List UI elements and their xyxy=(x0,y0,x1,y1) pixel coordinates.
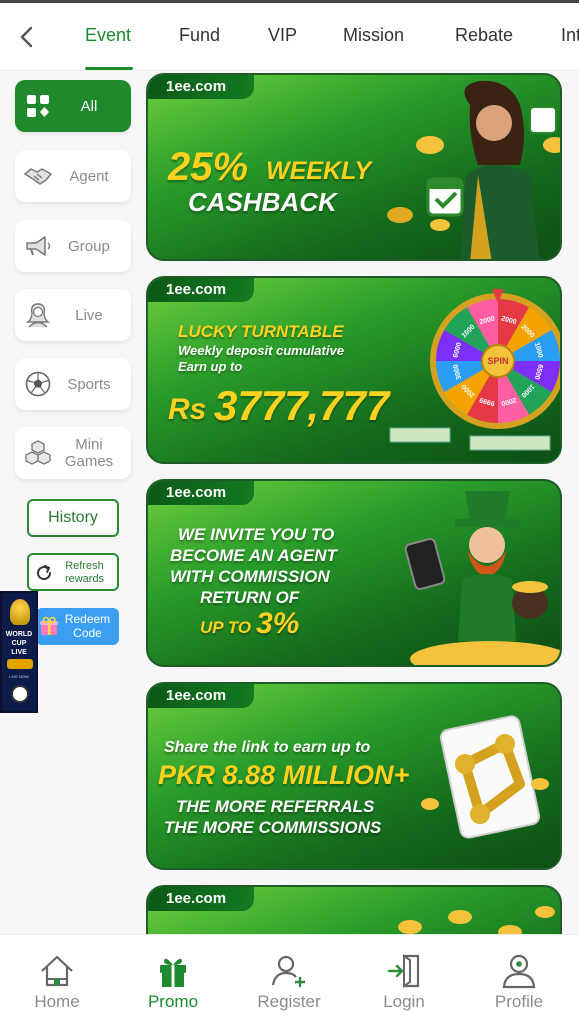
banner-headline: WEEKLY xyxy=(266,157,372,185)
category-agent[interactable]: Agent xyxy=(15,150,131,202)
megaphone-icon xyxy=(24,232,52,260)
live-badge xyxy=(7,659,33,669)
tab-vip[interactable]: VIP xyxy=(268,25,297,46)
category-label: All xyxy=(80,97,98,115)
woman-with-calendar-illustration xyxy=(387,80,560,259)
nav-label: Promo xyxy=(147,992,199,1011)
cubes-icon xyxy=(24,439,52,467)
wheel-spin-label: SPIN xyxy=(487,356,508,366)
banner-headline: WE INVITE YOU TO xyxy=(178,525,335,544)
worldcup-sub: LIVE NOW xyxy=(9,674,29,679)
category-label: Mini Games xyxy=(64,436,114,470)
worldcup-line1: WORLD xyxy=(5,631,33,638)
banner-brand: 1ee.com xyxy=(148,887,254,911)
tab-fund[interactable]: Fund xyxy=(179,25,220,46)
share-gift-illustration xyxy=(421,715,549,839)
top-tab-bar: Event Fund VIP Mission Rebate Int xyxy=(0,3,579,71)
user-icon xyxy=(502,954,536,989)
refresh-rewards-button[interactable]: Refresh rewards xyxy=(27,553,119,591)
bottom-navigation: Home Promo Register Login Profile xyxy=(0,934,579,1024)
tab-event[interactable]: Event xyxy=(85,25,131,46)
banner-upto: UP TO xyxy=(200,618,252,637)
soccer-ball-icon xyxy=(11,685,29,703)
banner-subline: Share the link to earn up to xyxy=(164,739,371,756)
category-sports[interactable]: Sports xyxy=(15,358,131,410)
banner-currency: Rs xyxy=(168,393,207,426)
category-live[interactable]: Live xyxy=(15,289,131,341)
tab-int[interactable]: Int xyxy=(561,25,579,46)
trophy-icon xyxy=(10,599,30,625)
nav-home[interactable]: Home xyxy=(12,935,102,1024)
add-user-icon xyxy=(271,955,305,987)
category-group[interactable]: Group xyxy=(15,220,131,272)
banner-brand: 1ee.com xyxy=(148,481,254,505)
nav-label: Home xyxy=(34,992,80,1011)
category-all[interactable]: All xyxy=(15,80,131,132)
banner-subline: Earn up to xyxy=(178,359,243,374)
gift-icon xyxy=(40,616,58,635)
category-mini-games[interactable]: Mini Games xyxy=(15,427,131,479)
chevron-left-icon xyxy=(20,26,33,48)
promo-screen: Event Fund VIP Mission Rebate Int All Ag… xyxy=(0,0,579,1024)
world-cup-live-widget[interactable]: WORLD CUP LIVE LIVE NOW xyxy=(0,591,38,713)
banner-amount: 3777,777 xyxy=(214,382,390,429)
active-tab-underline xyxy=(85,67,133,70)
nav-promo[interactable]: Promo xyxy=(128,935,218,1024)
category-label: Sports xyxy=(67,375,111,393)
gift-icon xyxy=(160,958,186,987)
redeem-code-button[interactable]: Redeem Code xyxy=(36,608,119,645)
grid-icon xyxy=(24,92,52,120)
banner-percent: 3% xyxy=(256,607,300,640)
banner-brand: 1ee.com xyxy=(148,75,254,99)
banner-headline: BECOME AN AGENT xyxy=(170,546,337,565)
banner-headline: THE MORE COMMISSIONS xyxy=(164,818,382,837)
tab-rebate[interactable]: Rebate xyxy=(455,25,513,46)
nav-label: Register xyxy=(257,992,321,1011)
tab-mission[interactable]: Mission xyxy=(343,25,404,46)
banner-brand: 1ee.com xyxy=(148,684,254,708)
refresh-icon xyxy=(37,565,52,581)
nav-label: Login xyxy=(383,992,425,1011)
category-label: Agent xyxy=(69,167,109,185)
banner-headline: 25% xyxy=(168,145,249,189)
banner-lucky-turntable[interactable]: 1ee.com LUCKY TURNTABLE Weekly deposit c… xyxy=(146,276,562,464)
banner-headline: THE MORE REFERRALS xyxy=(176,797,375,816)
nav-profile[interactable]: Profile xyxy=(474,935,564,1024)
back-button[interactable] xyxy=(14,23,38,51)
banner-headline: RETURN OF xyxy=(200,588,300,607)
home-icon xyxy=(41,955,73,987)
handshake-icon xyxy=(24,162,52,190)
history-button[interactable]: History xyxy=(27,499,119,537)
refresh-label: Refresh rewards xyxy=(64,560,105,585)
banner-share-link[interactable]: 1ee.com Share the link to earn up to PKR… xyxy=(146,682,562,870)
banner-become-agent[interactable]: 1ee.com WE INVITE YOU TO BECOME AN AGENT… xyxy=(146,479,562,667)
worldcup-line2: CUP xyxy=(11,640,27,647)
banner-headline: LUCKY TURNTABLE xyxy=(178,322,344,341)
banner-headline: CASHBACK xyxy=(188,187,337,217)
soccer-ball-icon xyxy=(24,370,52,398)
nav-login[interactable]: Login xyxy=(359,935,449,1024)
nav-register[interactable]: Register xyxy=(244,935,334,1024)
worldcup-line3: LIVE xyxy=(11,649,27,656)
category-label: Group xyxy=(68,237,110,255)
redeem-label: Redeem Code xyxy=(64,612,111,640)
woman-icon xyxy=(24,301,52,329)
login-icon xyxy=(387,954,420,988)
banner-weekly-cashback[interactable]: 1ee.com 25% WEEKLY CASHBACK xyxy=(146,73,562,261)
banner-subline: Weekly deposit cumulative xyxy=(178,343,344,358)
promo-banner-list: 1ee.com 25% WEEKLY CASHBACK 1ee.com LUCK… xyxy=(146,72,564,1024)
category-label: Live xyxy=(75,306,103,324)
banner-headline: WITH COMMISSION xyxy=(170,567,330,586)
prize-wheel-illustration: 2000200010006500100020009999200030006000… xyxy=(389,289,560,451)
banner-brand: 1ee.com xyxy=(148,278,254,302)
nav-label: Profile xyxy=(494,992,544,1011)
leprechaun-illustration xyxy=(404,491,560,665)
wheel: 2000200010006500100020009999200030006000… xyxy=(430,289,560,429)
